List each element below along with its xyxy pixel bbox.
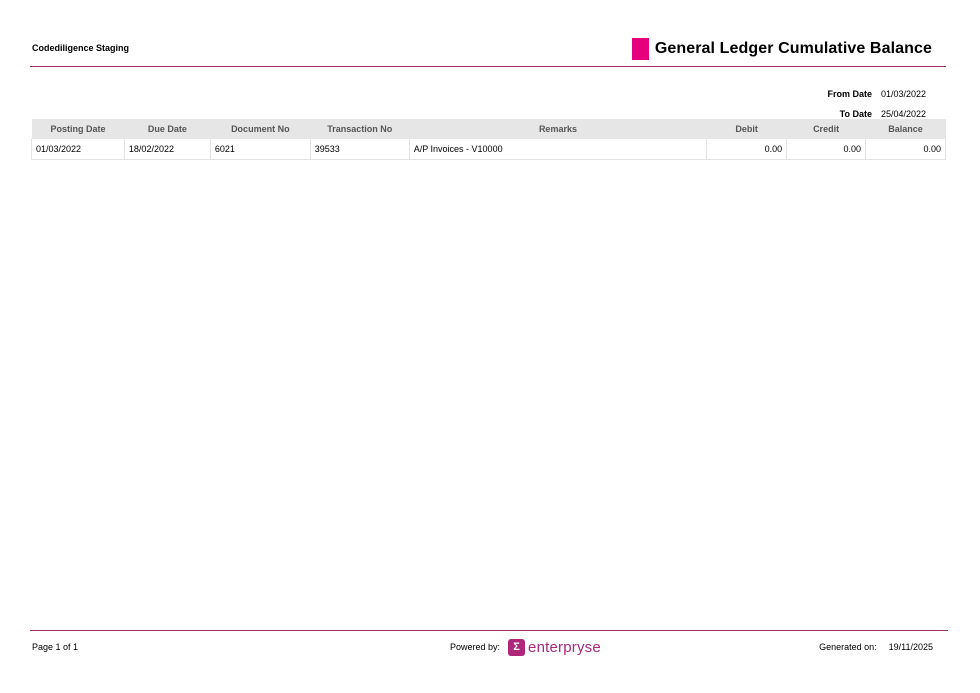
powered-by: Powered by: Σ enterpryse [450,637,601,657]
column-header-credit: Credit [786,119,866,139]
to-date-label: To Date [839,109,872,119]
table-header-row: Posting Date Due Date Document No Transa… [31,119,946,139]
enterpryse-logo-text: enterpryse [528,638,601,656]
report-title: General Ledger Cumulative Balance [654,40,932,57]
ledger-table: Posting Date Due Date Document No Transa… [31,119,946,160]
cell-due-date: 18/02/2022 [124,139,211,160]
report-title-group: General Ledger Cumulative Balance [631,38,932,60]
company-name: Codediligence Staging [32,43,130,53]
footer-divider [30,630,948,631]
cell-credit: 0.00 [786,139,867,160]
cell-transaction-no: 39533 [310,139,410,160]
column-header-transaction-no: Transaction No [310,119,410,139]
column-header-debit: Debit [706,119,787,139]
to-date-value: 25/04/2022 [881,109,927,119]
column-header-remarks: Remarks [409,119,707,139]
cell-debit: 0.00 [706,139,788,160]
table-row: 01/03/2022 18/02/2022 6021 39533 A/P Inv… [31,139,946,160]
report-page: Codediligence Staging General Ledger Cum… [0,0,980,693]
from-date-value: 01/03/2022 [881,89,927,99]
cell-document-no: 6021 [210,139,311,160]
page-indicator: Page 1 of 1 [32,642,79,652]
powered-by-label: Powered by: [450,642,501,652]
sigma-logo-icon: Σ [508,638,526,656]
cell-posting-date: 01/03/2022 [31,139,125,160]
title-accent-block-icon [631,38,649,60]
cell-balance: 0.00 [865,139,946,160]
from-date-row: From Date 01/03/2022 [827,84,926,104]
generated-on-label: Generated on: [819,642,877,652]
column-header-document-no: Document No [210,119,311,139]
date-filters: From Date 01/03/2022 To Date 25/04/2022 [827,84,926,124]
column-header-balance: Balance [865,119,946,139]
column-header-posting-date: Posting Date [31,119,125,139]
cell-remarks: A/P Invoices - V10000 [409,139,708,160]
generated-on-value: 19/11/2025 [888,642,933,652]
column-header-due-date: Due Date [124,119,211,139]
header-divider [30,66,946,67]
from-date-label: From Date [827,89,872,99]
generated-on: Generated on: 19/11/2025 [819,637,933,657]
